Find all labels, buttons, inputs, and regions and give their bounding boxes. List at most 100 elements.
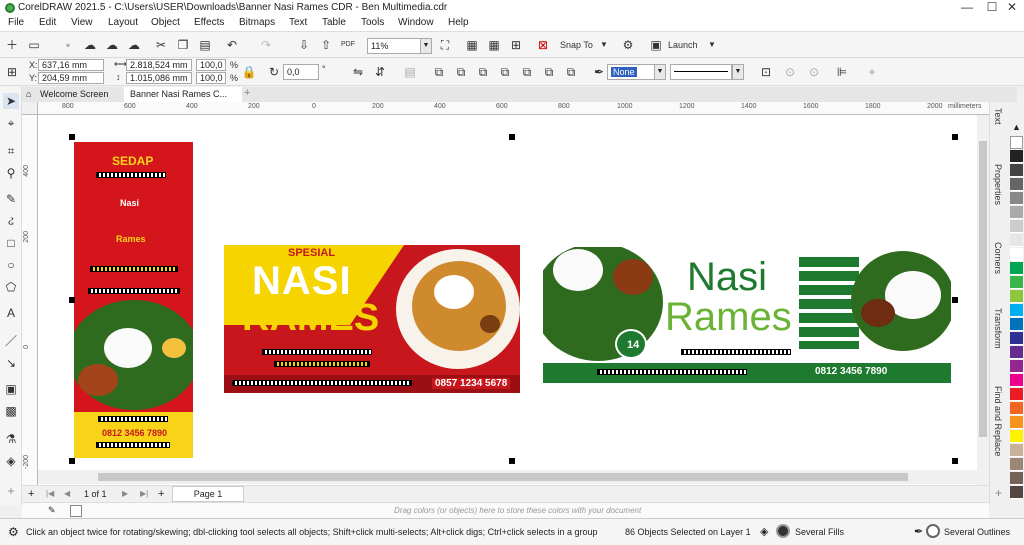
launch-button[interactable]: Launch — [668, 40, 698, 50]
palette-swatch[interactable] — [1010, 192, 1023, 205]
scale-height-field[interactable]: 100,0 — [196, 72, 226, 84]
height-field[interactable]: 1.015,086 mm — [126, 72, 192, 84]
selection-handle[interactable] — [69, 458, 75, 464]
palette-swatch[interactable] — [1010, 346, 1023, 359]
ruler-origin[interactable] — [22, 102, 38, 115]
copy-icon[interactable]: ❐ — [175, 37, 191, 53]
vertical-banner[interactable]: SEDAP Nasi Rames 0812 3456 7890 — [74, 142, 193, 458]
horizontal-ruler[interactable]: 800 600 400 200 0 200 400 600 800 1000 1… — [38, 102, 989, 115]
palette-swatch[interactable] — [1010, 430, 1023, 443]
vertical-ruler[interactable]: 400 200 0 -200 — [22, 115, 38, 485]
line-style-dropdown-icon[interactable]: ▼ — [732, 64, 744, 80]
launch-icon[interactable]: ▣ — [648, 37, 664, 53]
to-front-icon[interactable]: ⊙ — [782, 64, 798, 80]
palette-swatch[interactable] — [1010, 248, 1023, 261]
object-origin-icon[interactable]: ⊞ — [4, 64, 20, 80]
palette-swatch[interactable] — [1010, 318, 1023, 331]
undo-icon[interactable]: ↶ — [224, 37, 240, 53]
zoom-level-field[interactable]: 11% — [367, 38, 421, 54]
eyedropper-tool-icon[interactable]: ⚗ — [3, 431, 19, 447]
x-position-field[interactable]: 637,16 mm — [38, 59, 104, 71]
palette-swatch[interactable] — [1010, 290, 1023, 303]
docker-tab-text[interactable]: Text — [993, 108, 1003, 125]
text-tool-icon[interactable]: A — [3, 305, 19, 321]
first-page-icon[interactable]: |◀ — [46, 489, 54, 498]
horizontal-red-banner[interactable]: SPESIAL NASI RAMES 0857 1234 5678 — [224, 245, 520, 393]
fill-swatch-icon[interactable] — [776, 524, 790, 538]
palette-swatch[interactable] — [1010, 220, 1023, 233]
group-icon[interactable]: ⧉ — [431, 64, 447, 80]
artistic-media-tool-icon[interactable]: ઢ — [3, 213, 19, 229]
mirror-horizontal-icon[interactable]: ⇋ — [350, 64, 366, 80]
ungroup-icon[interactable]: ⧉ — [453, 64, 469, 80]
palette-swatch[interactable] — [1010, 458, 1023, 471]
zoom-tool-icon[interactable]: ⚲ — [3, 165, 19, 181]
outline-width-dropdown-icon[interactable]: ▼ — [654, 64, 666, 80]
menu-help[interactable]: Help — [448, 17, 469, 28]
docker-tab-transform[interactable]: Transform — [993, 308, 1003, 349]
selection-handle[interactable] — [952, 134, 958, 140]
rotation-field[interactable]: 0,0 — [283, 64, 319, 80]
palette-swatch[interactable] — [1010, 164, 1023, 177]
palette-swatch[interactable] — [1010, 234, 1023, 247]
polygon-tool-icon[interactable]: ⬠ — [3, 279, 19, 295]
redo-icon[interactable]: ↷ — [258, 37, 274, 53]
menu-layout[interactable]: Layout — [108, 17, 138, 28]
docker-tab-corners[interactable]: Corners — [993, 242, 1003, 274]
pick-tool-icon[interactable]: ➤ — [3, 93, 19, 109]
lock-ratio-icon[interactable]: 🔒 — [241, 64, 257, 80]
options-gear-icon[interactable]: ⚙ — [620, 37, 636, 53]
palette-swatch[interactable] — [1010, 178, 1023, 191]
trim-icon[interactable]: ⧉ — [519, 64, 535, 80]
vertical-scrollbar[interactable] — [977, 115, 989, 485]
add-tool-icon[interactable]: + — [3, 483, 19, 499]
palette-swatch[interactable] — [1010, 304, 1023, 317]
crop-tool-icon[interactable]: ⌗ — [3, 143, 19, 159]
palette-swatch[interactable] — [1010, 206, 1023, 219]
outline-width-field[interactable]: None — [607, 64, 655, 80]
tab-welcome-screen[interactable]: ⌂ Welcome Screen — [22, 87, 122, 102]
rotate-icon[interactable]: ↻ — [266, 64, 282, 80]
menu-text[interactable]: Text — [289, 17, 307, 28]
new-document-icon[interactable]: ＋ — [4, 37, 20, 53]
y-position-field[interactable]: 204,59 mm — [38, 72, 104, 84]
prev-page-icon[interactable]: ◀ — [64, 489, 70, 498]
palette-scroll-up-icon[interactable]: ▲ — [1012, 122, 1021, 132]
drop-shadow-tool-icon[interactable]: ▣ — [3, 381, 19, 397]
add-page-end-icon[interactable]: + — [158, 488, 164, 500]
minimize-icon[interactable]: — — [953, 0, 981, 16]
ellipse-tool-icon[interactable]: ○ — [3, 257, 19, 273]
cloud-upload-icon[interactable]: ☁ — [82, 37, 98, 53]
transparency-tool-icon[interactable]: ▩ — [3, 403, 19, 419]
menu-tools[interactable]: Tools — [361, 17, 384, 28]
selection-handle[interactable] — [69, 134, 75, 140]
settings-gear-icon[interactable]: ⚙ — [8, 525, 19, 539]
paste-icon[interactable]: ▤ — [197, 37, 213, 53]
palette-swatch[interactable] — [1010, 262, 1023, 275]
horizontal-scrollbar[interactable] — [38, 470, 977, 484]
menu-effects[interactable]: Effects — [194, 17, 224, 28]
import-icon[interactable]: ⇩ — [296, 37, 312, 53]
palette-swatch[interactable] — [1010, 332, 1023, 345]
add-page-icon[interactable]: + — [28, 488, 34, 500]
menu-object[interactable]: Object — [151, 17, 180, 28]
zoom-dropdown-icon[interactable]: ▼ — [420, 38, 432, 54]
freehand-tool-icon[interactable]: ✎ — [3, 191, 19, 207]
shape-tool-icon[interactable]: ⌖ — [3, 115, 19, 131]
intersect-icon[interactable]: ⧉ — [541, 64, 557, 80]
ungroup-all-icon[interactable]: ⧉ — [475, 64, 491, 80]
page-tab[interactable]: Page 1 — [172, 486, 244, 502]
palette-swatch[interactable] — [1010, 360, 1023, 373]
selection-handle[interactable] — [952, 297, 958, 303]
align-distribute-icon[interactable]: ⊫ — [834, 64, 850, 80]
palette-swatch[interactable] — [1010, 388, 1023, 401]
show-guidelines-icon[interactable]: ⊞ — [508, 37, 524, 53]
width-field[interactable]: 2.818,524 mm — [126, 59, 192, 71]
palette-swatch[interactable] — [1010, 374, 1023, 387]
close-icon[interactable]: ✕ — [998, 0, 1024, 16]
add-docker-icon[interactable]: + — [995, 486, 1002, 500]
add-toolbar-icon[interactable]: + — [864, 64, 880, 80]
palette-swatch[interactable] — [1010, 472, 1023, 485]
launch-dropdown-icon[interactable]: ▼ — [704, 37, 720, 53]
palette-swatch[interactable] — [1010, 444, 1023, 457]
